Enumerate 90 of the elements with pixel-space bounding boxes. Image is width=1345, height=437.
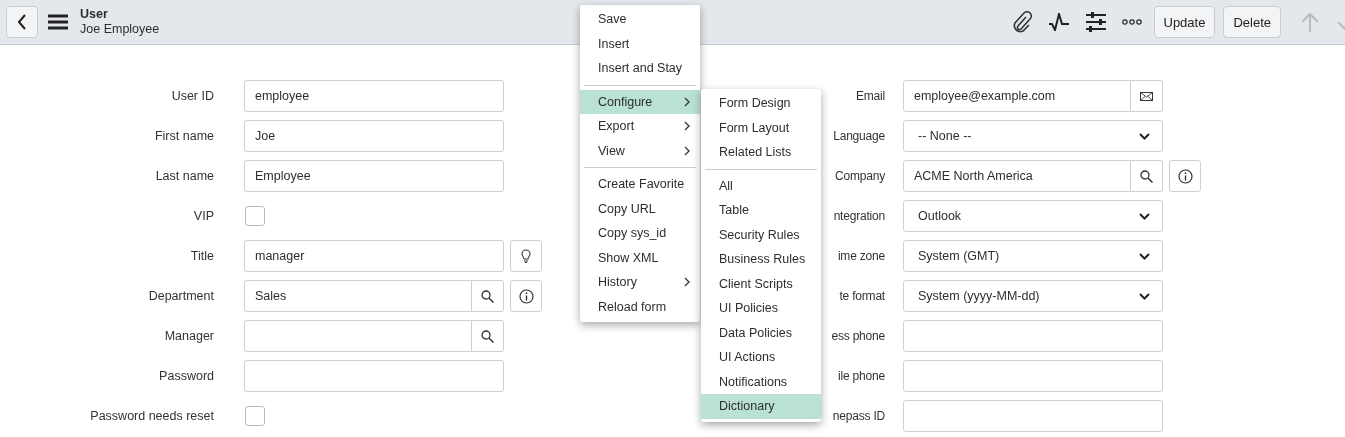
paperclip-icon[interactable] (1011, 11, 1032, 33)
menu-item[interactable]: Copy URL (580, 196, 700, 221)
lightbulb-icon (521, 249, 531, 263)
input-field[interactable]: manager (244, 240, 504, 272)
menu-item[interactable]: History (580, 270, 700, 295)
chevron-down-icon (1139, 212, 1150, 220)
back-icon (17, 14, 27, 30)
envelope-icon (1140, 91, 1153, 101)
field-label: Manager (164, 329, 214, 343)
menu-icon[interactable] (48, 14, 68, 30)
menu-item[interactable]: Security Rules (701, 222, 821, 247)
reference-field[interactable]: Sales (244, 280, 472, 312)
select-field[interactable]: -- None -- (903, 120, 1163, 152)
action-button[interactable]: Update (1153, 6, 1216, 38)
menu-item[interactable]: Business Rules (701, 247, 821, 272)
input-field[interactable]: Employee (244, 160, 504, 192)
input-field[interactable]: Joe (244, 120, 504, 152)
info-icon (1177, 168, 1193, 184)
field-label: First name (154, 129, 214, 143)
input-field[interactable] (244, 360, 504, 392)
menu-item[interactable]: Related Lists (701, 140, 821, 165)
field-label: Password needs reset (90, 409, 214, 423)
menu-item[interactable]: Show XML (580, 245, 700, 270)
field-label: te format (839, 289, 885, 303)
select-field[interactable]: System (yyyy-MM-dd) (903, 280, 1163, 312)
reference-field[interactable] (244, 320, 472, 352)
email-button[interactable] (1131, 80, 1163, 112)
menu-item[interactable]: Export (580, 114, 700, 139)
field-label: Title (190, 249, 214, 263)
menu-item[interactable]: Dictionary (701, 394, 821, 419)
menu-item[interactable]: Insert (580, 31, 700, 56)
search-button[interactable] (472, 320, 504, 352)
menu-item[interactable]: Client Scripts (701, 271, 821, 296)
menu-item[interactable]: All (701, 173, 821, 198)
chevron-down-icon (1139, 252, 1150, 260)
record-type: User (80, 7, 109, 22)
input-field[interactable] (903, 320, 1163, 352)
input-field[interactable] (903, 360, 1163, 392)
search-icon (481, 289, 494, 303)
input-field[interactable] (903, 400, 1163, 432)
hint-button[interactable] (510, 240, 542, 272)
field-label: VIP (193, 209, 214, 223)
info-button[interactable] (1169, 160, 1201, 192)
menu-item[interactable]: Form Layout (701, 115, 821, 140)
menu-item[interactable]: Create Favorite (580, 172, 700, 197)
field-label: Email (856, 89, 885, 103)
select-field[interactable]: Outlook (903, 200, 1163, 232)
field-label: Last name (155, 169, 214, 183)
field-label: ime zone (837, 249, 885, 263)
back-button[interactable] (6, 6, 38, 38)
search-icon (481, 329, 494, 343)
menu-item[interactable]: Table (701, 198, 821, 223)
reference-field[interactable]: ACME North America (903, 160, 1131, 192)
input-field[interactable]: employee (244, 80, 504, 112)
search-icon (1140, 169, 1153, 183)
menu-item[interactable]: UI Policies (701, 296, 821, 321)
menu-item[interactable]: Configure (580, 89, 700, 114)
info-button[interactable] (510, 280, 542, 312)
email-field[interactable]: employee@example.com (903, 80, 1131, 112)
menu-item[interactable]: UI Actions (701, 345, 821, 370)
field-label: Company (835, 169, 885, 183)
field-label: Department (148, 289, 214, 303)
search-button[interactable] (472, 280, 504, 312)
menu-item[interactable]: View (580, 138, 700, 163)
field-label: nepass ID (832, 409, 885, 423)
field-label: User ID (171, 89, 214, 103)
record-name: Joe Employee (80, 22, 160, 37)
field-label: ntegration (833, 209, 885, 223)
checkbox[interactable] (245, 406, 265, 426)
checkbox[interactable] (245, 206, 265, 226)
field-label: ess phone (831, 329, 885, 343)
more-icon[interactable] (1121, 19, 1142, 25)
menu-item[interactable]: Insert and Stay (580, 56, 700, 81)
field-label: Language (833, 129, 885, 143)
select-field[interactable]: System (GMT) (903, 240, 1163, 272)
menu-item[interactable]: Copy sys_id (580, 221, 700, 246)
menu-item[interactable]: Save (580, 7, 700, 32)
chevron-down-icon (1139, 132, 1150, 140)
field-label: Password (159, 369, 214, 383)
activity-icon[interactable] (1047, 13, 1070, 31)
sliders-icon[interactable] (1085, 12, 1106, 32)
field-label: ile phone (838, 369, 885, 383)
search-button[interactable] (1131, 160, 1163, 192)
chevron-down-icon (1139, 292, 1150, 300)
action-button[interactable]: Delete (1223, 6, 1281, 38)
menu-item[interactable]: Form Design (701, 91, 821, 116)
info-icon (518, 288, 534, 304)
menu-item[interactable]: Reload form (580, 294, 700, 319)
menu-item[interactable]: Notifications (701, 369, 821, 394)
menu-item[interactable]: Data Policies (701, 320, 821, 345)
